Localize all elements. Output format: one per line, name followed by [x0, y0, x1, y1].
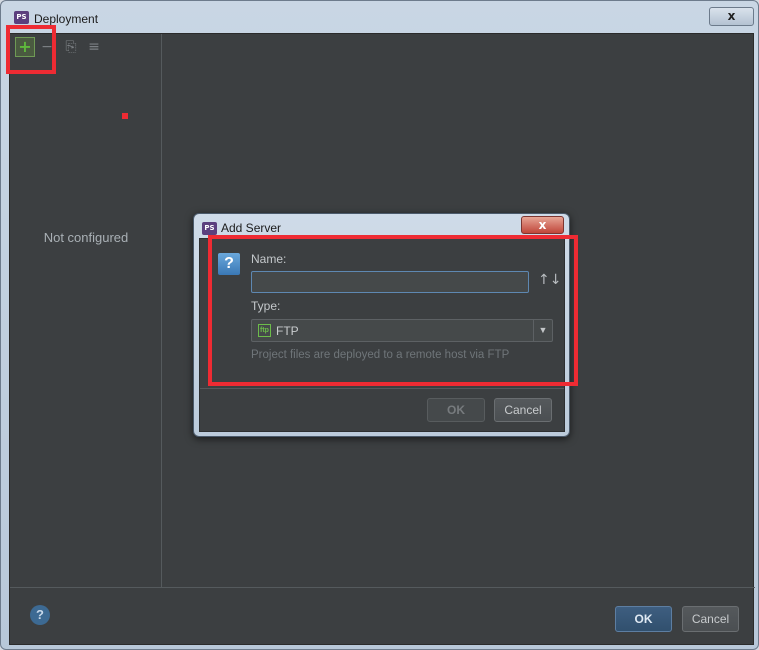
annotation-box-dialog-fields	[208, 235, 578, 386]
dialog-close-button[interactable]: x	[521, 216, 564, 234]
cancel-button[interactable]: Cancel	[682, 606, 739, 632]
window-close-button[interactable]: x	[709, 7, 754, 26]
window-title: Deployment	[34, 12, 99, 26]
copy-server-button[interactable]: ⎘	[61, 37, 81, 57]
ok-button[interactable]: OK	[615, 606, 672, 632]
dialog-title: Add Server	[221, 221, 282, 235]
dialog-phpstorm-icon: PS	[202, 222, 217, 235]
annotation-dot	[122, 113, 128, 119]
annotation-box-add-button	[6, 25, 56, 74]
dialog-cancel-button[interactable]: Cancel	[494, 398, 552, 422]
set-default-button[interactable]: ≡	[84, 37, 104, 57]
dialog-ok-button[interactable]: OK	[427, 398, 485, 422]
window-titlebar[interactable]: PS Deployment x	[1, 1, 758, 35]
help-icon[interactable]: ?	[30, 605, 50, 625]
dialog-divider	[200, 388, 564, 389]
footer-divider	[10, 587, 755, 588]
empty-state-text: Not configured	[43, 230, 129, 245]
phpstorm-icon: PS	[14, 11, 29, 24]
server-list-pane[interactable]: + − ⎘ ≡ Not configured	[10, 34, 162, 587]
